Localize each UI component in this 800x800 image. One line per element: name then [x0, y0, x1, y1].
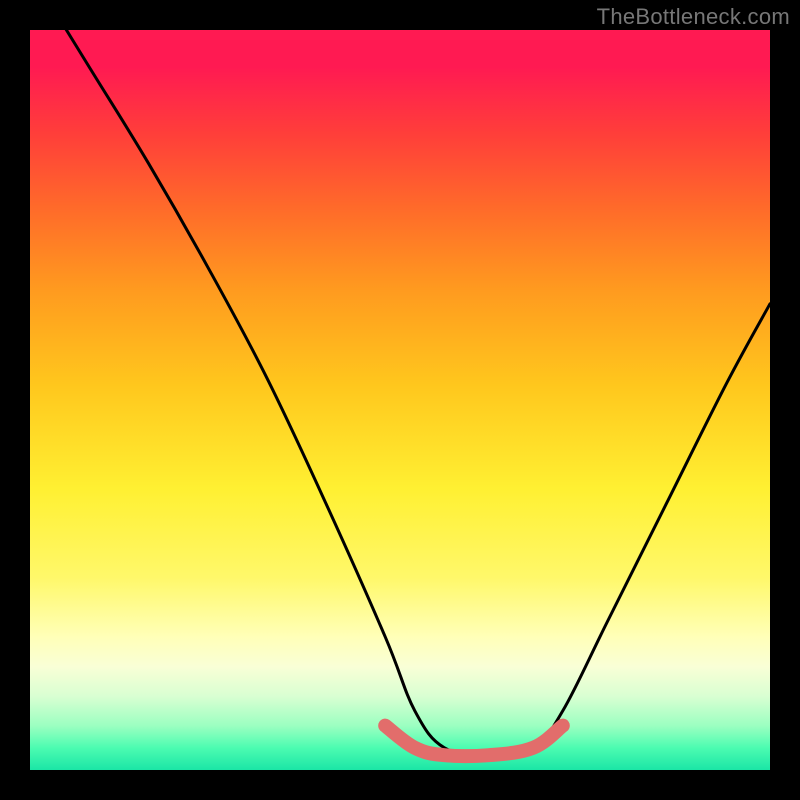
bottleneck-curve: [30, 30, 770, 755]
highlight-segment: [385, 726, 563, 757]
curve-svg: [30, 30, 770, 770]
chart-frame: TheBottleneck.com: [0, 0, 800, 800]
plot-area: [30, 30, 770, 770]
watermark-text: TheBottleneck.com: [597, 4, 790, 30]
